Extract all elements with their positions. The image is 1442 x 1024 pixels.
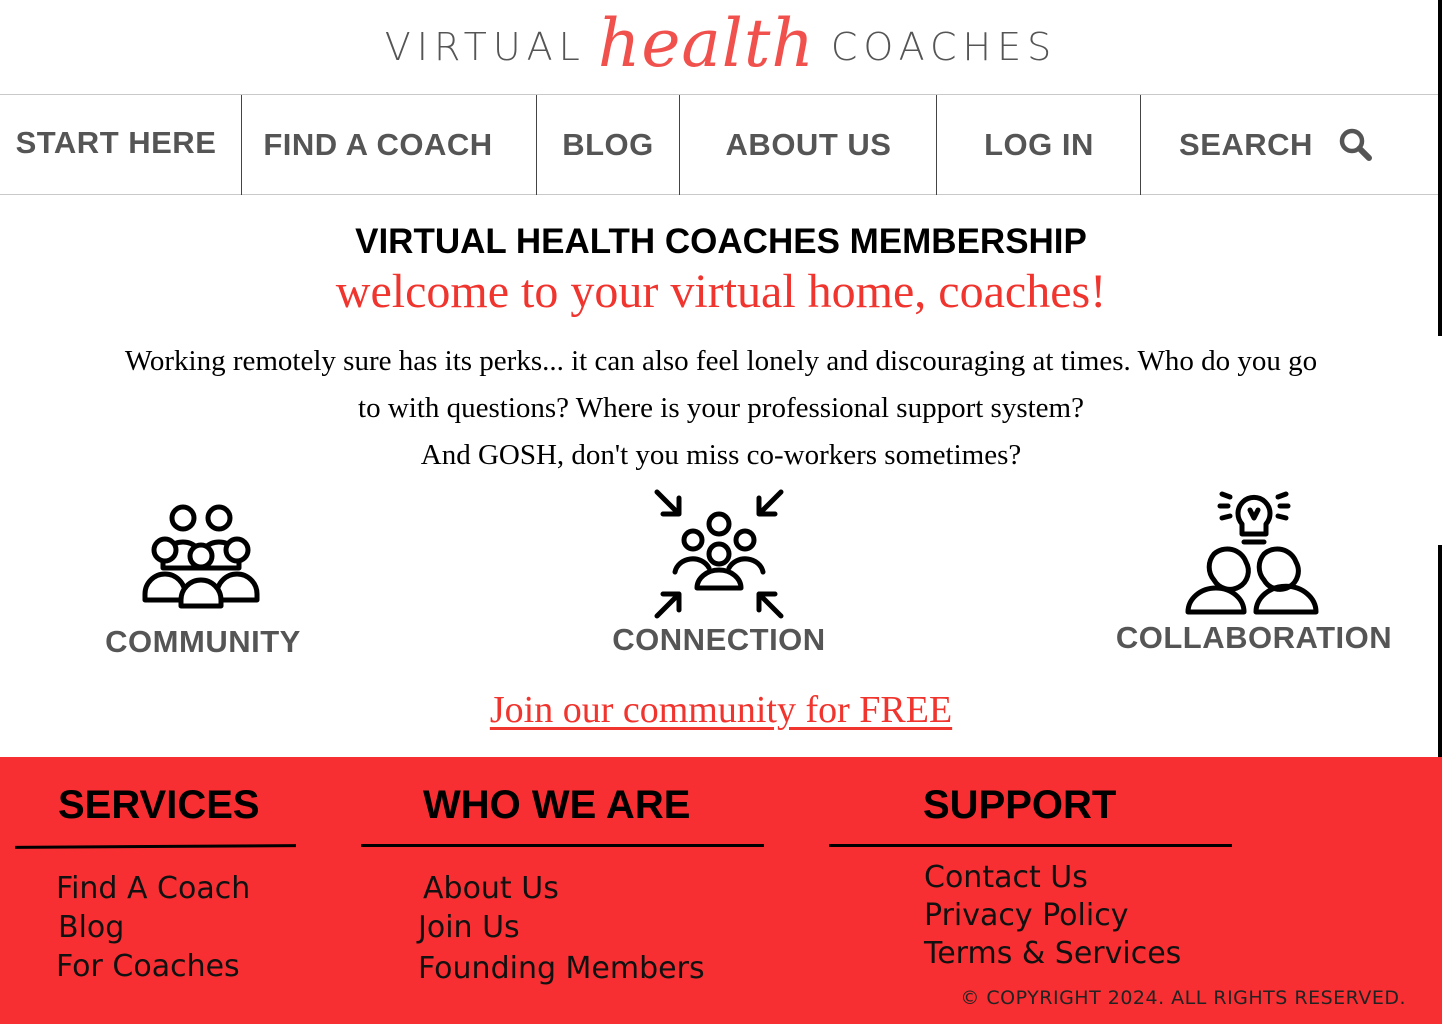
join-community-link-wrap: Join our community for FREE <box>0 688 1442 732</box>
footer-link-terms-services[interactable]: Terms & Services <box>924 936 1181 971</box>
intro-line: to with questions? Where is your profess… <box>358 392 1084 424</box>
group-of-people-icon <box>90 500 316 612</box>
footer-rule <box>361 844 764 847</box>
nav-log-in[interactable]: LOG IN <box>937 95 1141 195</box>
main-nav: START HERE FIND A COACH BLOG ABOUT US LO… <box>0 94 1442 195</box>
nav-blog[interactable]: BLOG <box>537 95 679 195</box>
logo-word-virtual: VIRTUAL <box>384 25 586 69</box>
nav-search-label: SEARCH <box>1179 127 1313 162</box>
footer-link-contact-us[interactable]: Contact Us <box>924 860 1088 895</box>
footer-link-find-a-coach[interactable]: Find A Coach <box>56 871 250 906</box>
join-community-link[interactable]: Join our community for FREE <box>490 689 952 731</box>
magnifier-icon <box>1339 128 1373 162</box>
page-title: VIRTUAL HEALTH COACHES MEMBERSHIP <box>355 222 1087 261</box>
welcome-heading: welcome to your virtual home, coaches! <box>335 265 1107 318</box>
footer-rule <box>829 844 1232 847</box>
footer-link-privacy-policy[interactable]: Privacy Policy <box>924 898 1128 933</box>
feature-label: COLLABORATION <box>1115 620 1393 655</box>
footer-link-founding-members[interactable]: Founding Members <box>418 951 705 986</box>
footer-heading-who-we-are: WHO WE ARE <box>423 783 691 827</box>
footer-link-blog[interactable]: Blog <box>58 910 124 945</box>
footer-link-for-coaches[interactable]: For Coaches <box>56 949 240 984</box>
nav-find-a-coach[interactable]: FIND A COACH <box>242 95 514 195</box>
intro-paragraph: Working remotely sure has its perks... i… <box>30 338 1412 479</box>
intro-line: Working remotely sure has its perks... i… <box>124 345 1318 377</box>
nav-search[interactable]: SEARCH <box>1141 95 1411 195</box>
footer-heading-support: SUPPORT <box>923 783 1117 827</box>
logo-word-health: health <box>597 4 815 82</box>
feature-label: COMMUNITY <box>105 624 301 659</box>
intro-line: And GOSH, don't you miss co-workers some… <box>420 439 1022 471</box>
feature-community: COMMUNITY <box>90 500 316 660</box>
logo-word-coaches: COACHES <box>830 25 1058 69</box>
footer-rule <box>14 844 297 849</box>
feature-label: CONNECTION <box>612 622 826 657</box>
edge-bar <box>1438 545 1442 757</box>
footer-link-about-us[interactable]: About Us <box>423 871 559 906</box>
feature-collaboration: COLLABORATION <box>1112 484 1396 656</box>
site-logo[interactable]: VIRTUAL health COACHES <box>0 0 1442 94</box>
people-converging-arrows-icon <box>606 486 832 622</box>
edge-bar <box>1438 0 1442 336</box>
feature-connection: CONNECTION <box>606 486 832 658</box>
site-footer: SERVICES Find A Coach Blog For Coaches W… <box>0 757 1442 1024</box>
nav-start-here[interactable]: START HERE <box>0 95 232 195</box>
nav-about-us[interactable]: ABOUT US <box>680 95 937 195</box>
footer-heading-services: SERVICES <box>58 783 260 827</box>
footer-link-join-us[interactable]: Join Us <box>418 910 520 945</box>
two-people-lightbulb-icon <box>1112 484 1396 618</box>
copyright-text: © COPYRIGHT 2024. ALL RIGHTS RESERVED. <box>960 987 1406 1009</box>
